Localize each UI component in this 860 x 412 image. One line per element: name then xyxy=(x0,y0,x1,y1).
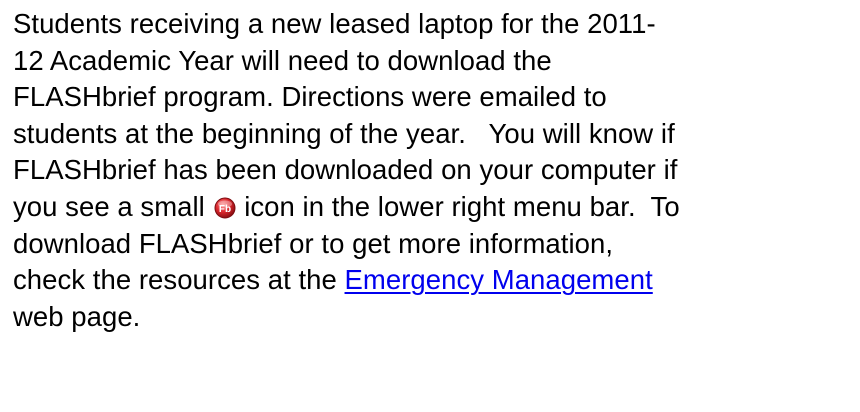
text-line-1: Students receiving a new leased laptop f… xyxy=(13,8,656,39)
text-line-3: FLASHbrief program. Directions were emai… xyxy=(13,81,607,113)
text-line-9: web page. xyxy=(13,300,141,332)
text-line-7: download FLASHbrief or to get more infor… xyxy=(13,227,614,259)
text-line-5: FLASHbrief has been downloaded on your c… xyxy=(13,154,678,186)
document-paragraph: Students receiving a new leased laptop f… xyxy=(13,6,853,335)
text-line-8-start: check the resources at the xyxy=(13,264,345,296)
emergency-management-link[interactable]: Emergency Management xyxy=(345,264,653,295)
text-line-8: check the resources at the Emergency Man… xyxy=(13,262,853,299)
text-line-6: you see a small Fb icon in the lower rig… xyxy=(13,189,853,226)
text-line-6-end: icon in the lower right menu bar. To xyxy=(236,190,680,222)
text-line-4: students at the beginning of the year. Y… xyxy=(13,117,675,149)
flashbrief-icon-label: Fb xyxy=(218,204,230,215)
text-line-6-start: you see a small xyxy=(13,190,213,222)
text-line-2: 12 Academic Year will need to download t… xyxy=(13,44,552,76)
flashbrief-logo-icon: Fb xyxy=(214,197,236,219)
